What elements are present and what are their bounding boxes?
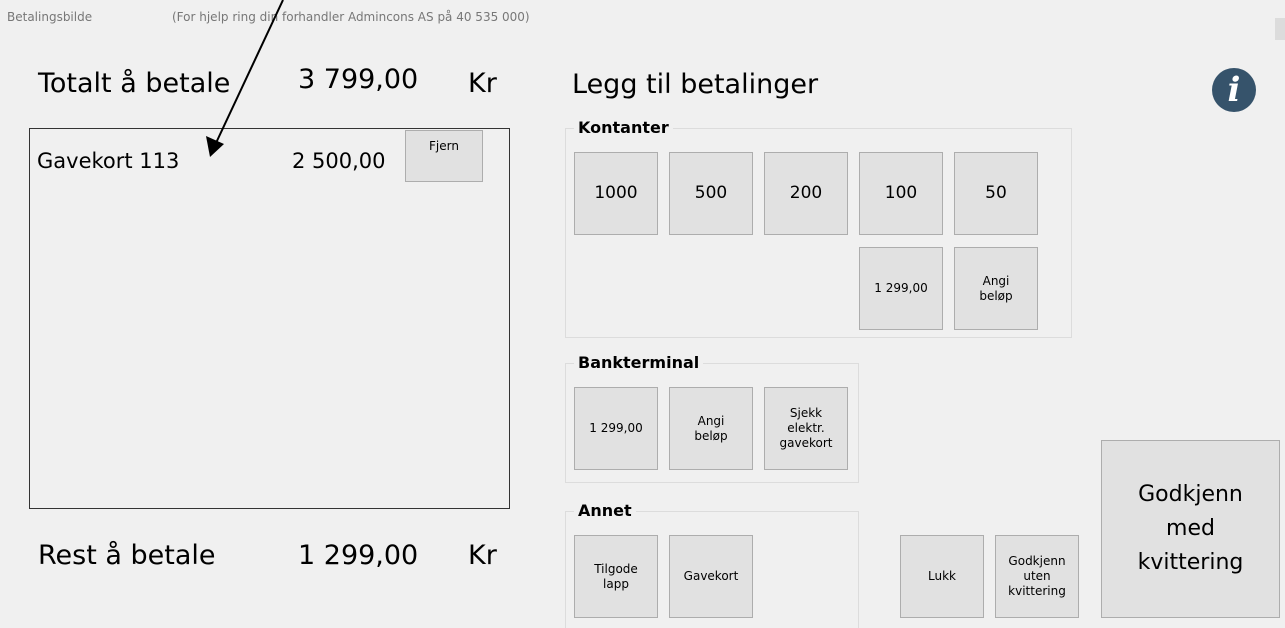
remove-payment-button[interactable]: Fjern <box>405 130 483 182</box>
approve-with-receipt-button[interactable]: Godkjenn med kvittering <box>1101 440 1280 618</box>
cash-1000-button[interactable]: 1000 <box>574 152 658 235</box>
cash-exact-button[interactable]: 1 299,00 <box>859 247 943 330</box>
payment-name: Gavekort 113 <box>37 149 180 173</box>
info-icon[interactable]: i <box>1212 68 1256 112</box>
terminal-custom-amount-button[interactable]: Angi beløp <box>669 387 753 470</box>
total-amount: 3 799,00 <box>298 64 419 95</box>
cash-200-button[interactable]: 200 <box>764 152 848 235</box>
terminal-exact-button[interactable]: 1 299,00 <box>574 387 658 470</box>
rest-currency: Kr <box>468 540 497 571</box>
cash-group-title: Kontanter <box>574 118 673 137</box>
close-button[interactable]: Lukk <box>900 535 984 618</box>
total-label: Totalt å betale <box>38 68 231 99</box>
cash-100-button[interactable]: 100 <box>859 152 943 235</box>
cash-custom-amount-button[interactable]: Angi beløp <box>954 247 1038 330</box>
credit-note-button[interactable]: Tilgode lapp <box>574 535 658 618</box>
window-edge <box>1275 18 1285 40</box>
rest-amount: 1 299,00 <box>298 540 419 571</box>
cash-500-button[interactable]: 500 <box>669 152 753 235</box>
total-currency: Kr <box>468 68 497 99</box>
payment-amount: 2 500,00 <box>292 149 386 173</box>
other-group-title: Annet <box>574 501 636 520</box>
add-payments-title: Legg til betalinger <box>572 69 819 100</box>
help-text: (For hjelp ring din forhandler Admincons… <box>172 10 530 24</box>
payment-list: Gavekort 113 2 500,00 Fjern <box>29 128 510 509</box>
cash-50-button[interactable]: 50 <box>954 152 1038 235</box>
window-title: Betalingsbilde <box>7 10 93 24</box>
giftcard-button[interactable]: Gavekort <box>669 535 753 618</box>
check-electronic-giftcard-button[interactable]: Sjekk elektr. gavekort <box>764 387 848 470</box>
approve-without-receipt-button[interactable]: Godkjenn uten kvittering <box>995 535 1079 618</box>
terminal-group-title: Bankterminal <box>574 353 704 372</box>
rest-label: Rest å betale <box>38 540 216 571</box>
